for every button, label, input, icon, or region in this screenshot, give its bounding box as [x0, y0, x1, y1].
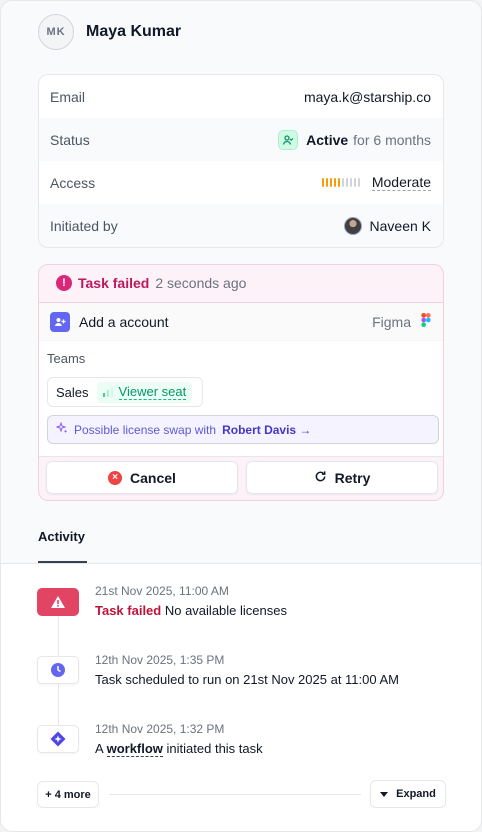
figma-icon — [421, 313, 431, 330]
activity-time: 21st Nov 2025, 11:00 AM — [95, 584, 229, 598]
task-card: ! Task failed 2 seconds ago Add a accoun… — [38, 264, 444, 501]
status-value: Active for 6 months — [278, 129, 431, 150]
license-swap-suggestion[interactable]: Possible license swap with Robert Davis … — [47, 415, 439, 444]
app-name: Figma — [372, 313, 411, 330]
access-label: Access — [50, 174, 96, 191]
caret-down-icon — [380, 791, 389, 797]
access-value[interactable]: Moderate — [321, 174, 431, 191]
status-row: Status Active for 6 months — [39, 118, 443, 161]
email-label: Email — [50, 88, 86, 105]
cancel-label: Cancel — [130, 469, 176, 486]
close-circle-icon: × — [108, 470, 123, 485]
access-row: Access Moderate — [39, 161, 443, 204]
initiator[interactable]: Naveen K — [343, 216, 431, 235]
initiated-row: Initiated by Naveen K — [39, 204, 443, 247]
task-app: Figma — [372, 313, 431, 330]
team-chip: Sales Viewer seat — [47, 377, 203, 407]
seat-label: Viewer seat — [118, 383, 187, 400]
show-more-button[interactable]: + 4 more — [37, 781, 99, 808]
task-status-header: ! Task failed 2 seconds ago — [39, 265, 443, 301]
access-level-bars — [321, 178, 360, 187]
activity-text: Task failed No available licenses — [95, 603, 287, 618]
initiator-name: Naveen K — [369, 217, 431, 234]
retry-label: Retry — [334, 469, 371, 486]
task-status: Task failed — [78, 275, 150, 291]
status-duration: for 6 months — [353, 131, 431, 148]
activity-suffix: initiated this task — [162, 741, 263, 756]
activity-status: Task failed — [95, 603, 162, 618]
team-name: Sales — [56, 384, 89, 400]
warning-icon — [37, 588, 79, 616]
activity-time: 12th Nov 2025, 1:35 PM — [95, 653, 225, 667]
sparkle-icon — [55, 421, 68, 437]
divider — [109, 794, 361, 795]
task-action-row: Add a account Figma — [39, 303, 443, 341]
workflow-link[interactable]: workflow — [106, 741, 163, 757]
user-header: MK Maya Kumar — [38, 14, 181, 50]
suggestion-person[interactable]: Robert Davis → — [222, 423, 311, 437]
initiator-avatar — [343, 216, 362, 235]
status-text: Active — [306, 131, 349, 148]
retry-button[interactable]: Retry — [246, 461, 438, 494]
clock-icon — [37, 656, 79, 684]
suggestion-text: Possible license swap with — [74, 422, 217, 437]
status-label: Status — [50, 131, 90, 148]
expand-label: Expand — [396, 788, 436, 800]
expand-button[interactable]: Expand — [370, 780, 446, 808]
activity-detail: No available licenses — [161, 603, 287, 618]
activity-time: 12th Nov 2025, 1:32 PM — [95, 722, 225, 736]
task-body: Add a account Figma Teams Sales Viewer s… — [39, 302, 443, 457]
task-action-label: Add a account — [79, 313, 169, 330]
seat-tag[interactable]: Viewer seat — [96, 381, 193, 403]
avatar: MK — [38, 14, 74, 50]
user-check-icon — [278, 129, 299, 150]
add-user-icon — [50, 311, 70, 332]
member-detail-panel: MK Maya Kumar Email maya.k@starship.co S… — [0, 0, 482, 832]
cancel-button[interactable]: × Cancel — [46, 461, 238, 494]
teams-label: Teams — [47, 351, 86, 366]
activity-prefix: A — [95, 741, 107, 756]
user-name: Maya Kumar — [86, 23, 182, 40]
workflow-icon — [37, 725, 79, 753]
task-action: Add a account — [50, 311, 169, 332]
activity-text: A workflow initiated this task — [95, 741, 263, 757]
email-value[interactable]: maya.k@starship.co — [304, 89, 431, 105]
details-card: Email maya.k@starship.co Status Active f… — [38, 74, 444, 248]
email-row: Email maya.k@starship.co — [39, 75, 443, 118]
tab-activity[interactable]: Activity — [38, 529, 85, 544]
initiated-label: Initiated by — [50, 217, 118, 234]
alert-icon: ! — [56, 275, 72, 291]
signal-bars-icon — [102, 385, 113, 400]
activity-text: Task scheduled to run on 21st Nov 2025 a… — [95, 672, 400, 687]
access-level-text[interactable]: Moderate — [371, 174, 431, 191]
refresh-icon — [314, 470, 327, 486]
task-time: 2 seconds ago — [155, 275, 247, 291]
